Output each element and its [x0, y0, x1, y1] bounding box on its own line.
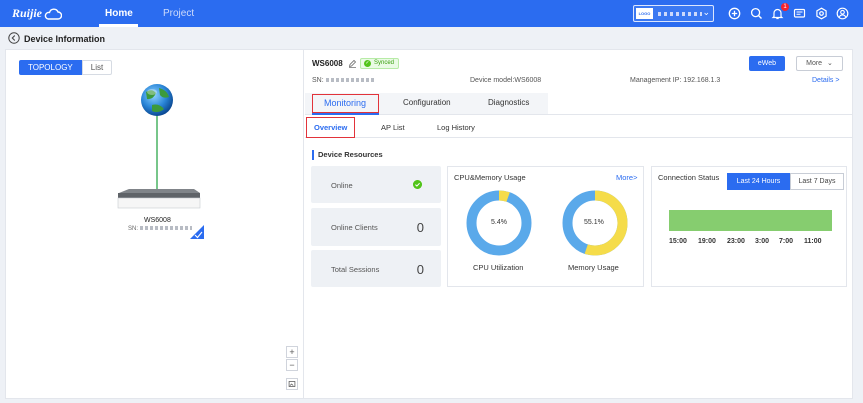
cpu-usage-value: 5.4%: [491, 219, 507, 226]
sn-blurred: [139, 226, 192, 231]
stat-online-clients: Online Clients 0: [311, 208, 441, 246]
cpu-memory-card: CPU&Memory Usage More> 5.4% 55.1% CPU Ut…: [447, 166, 644, 287]
connection-status-bar: [669, 210, 832, 231]
highlight-box-overview: [306, 117, 355, 138]
time-label: 23:00: [727, 238, 745, 245]
zoom-in-button[interactable]: +: [286, 346, 298, 358]
more-button-label: More: [806, 60, 823, 67]
stat-online-label: Online: [331, 181, 353, 190]
sync-status-text: Synced: [374, 60, 395, 66]
notification-badge: 1: [781, 3, 789, 11]
device-resources-heading: Device Resources: [312, 150, 383, 160]
internet-globe-icon[interactable]: [141, 84, 173, 116]
time-label: 19:00: [698, 238, 716, 245]
account-name-blurred: [658, 12, 702, 16]
sync-status-badge: ✓ Synced: [360, 58, 400, 69]
more-dropdown-button[interactable]: More ⌄: [796, 56, 843, 71]
check-circle-icon: ✓: [364, 60, 371, 67]
primary-tabs: Monitoring Configuration Diagnostics: [305, 93, 852, 115]
device-sn: SN:: [312, 77, 376, 84]
settings-gear-icon[interactable]: [815, 7, 828, 20]
zoom-out-button[interactable]: −: [286, 359, 298, 371]
stat-online-clients-value: 0: [416, 220, 424, 235]
cloud-icon: [44, 8, 63, 20]
connection-status-card: Connection Status Last 24 Hours Last 7 D…: [651, 166, 847, 287]
stat-online: Online: [311, 166, 441, 203]
online-check-icon: [413, 180, 422, 189]
top-navigation-bar: Ruijie Home Project LOGO ⌄ 1: [0, 0, 863, 27]
stat-online-clients-label: Online Clients: [331, 223, 378, 232]
time-label: 15:00: [669, 238, 687, 245]
stat-total-sessions-label: Total Sessions: [331, 265, 380, 274]
edit-pencil-icon[interactable]: [348, 59, 357, 68]
topology-sn-label: SN:: [128, 226, 139, 232]
topology-diagram: [117, 84, 204, 239]
memory-usage-label: Memory Usage: [568, 263, 619, 272]
memory-usage-value: 55.1%: [584, 219, 604, 226]
account-logo: LOGO: [636, 8, 653, 19]
cpu-utilization-label: CPU Utilization: [473, 263, 524, 272]
page-header: Device Information: [0, 27, 863, 49]
logo-text: Ruijie: [12, 6, 43, 20]
time-label: 7:00: [779, 238, 794, 245]
add-circle-icon[interactable]: [728, 7, 741, 20]
nav-project[interactable]: Project: [163, 8, 194, 19]
account-selector[interactable]: LOGO ⌄: [633, 5, 714, 22]
topology-device-name[interactable]: WS6008: [144, 217, 171, 224]
ruijie-logo[interactable]: Ruijie: [12, 6, 63, 21]
message-icon[interactable]: [793, 7, 806, 20]
nav-home[interactable]: Home: [105, 8, 133, 19]
time-label: 11:00: [804, 238, 822, 245]
search-icon[interactable]: [750, 7, 763, 20]
tab-diagnostics[interactable]: Diagnostics: [488, 98, 529, 107]
time-label: 3:00: [755, 238, 770, 245]
chevron-down-icon: ⌄: [702, 7, 710, 17]
stat-total-sessions: Total Sessions 0: [311, 250, 441, 287]
subtab-ap-list[interactable]: AP List: [381, 123, 405, 132]
topology-pane: TOPOLOGY List WS6008 SN: + −: [6, 50, 304, 398]
device-title: WS6008: [312, 59, 343, 68]
subtab-log-history[interactable]: Log History: [437, 123, 475, 132]
chevron-down-icon: ⌄: [827, 60, 833, 67]
management-ip: Management IP: 192.168.1.3: [630, 77, 721, 84]
tab-active-underline: [312, 113, 379, 115]
device-info-panel: TOPOLOGY List WS6008 SN: + − WS6008 ✓ Sy…: [5, 49, 853, 399]
device-detail-pane: WS6008 ✓ Synced eWeb More ⌄ SN: Device m…: [305, 50, 852, 398]
topology-device-sn: SN:: [128, 226, 192, 232]
tab-configuration[interactable]: Configuration: [403, 98, 451, 107]
device-selected-check-icon: [190, 225, 204, 239]
device-model: Device model:WS6008: [470, 77, 542, 84]
stat-total-sessions-value: 0: [416, 262, 424, 277]
switch-device-icon[interactable]: [117, 189, 201, 209]
export-image-icon[interactable]: [286, 378, 298, 390]
user-avatar-icon[interactable]: [836, 7, 849, 20]
sn-label: SN:: [312, 77, 324, 84]
secondary-tabs: Overview AP List Log History: [305, 116, 852, 138]
eweb-button[interactable]: eWeb: [749, 56, 785, 71]
last-7-days-button[interactable]: Last 7 Days: [790, 173, 844, 190]
highlight-box-monitoring: [312, 94, 379, 113]
last-24-hours-button[interactable]: Last 24 Hours: [727, 173, 790, 190]
back-arrow-icon[interactable]: [8, 32, 20, 44]
details-link[interactable]: Details >: [812, 77, 839, 84]
sn-blurred: [325, 78, 376, 83]
connection-status-title: Connection Status: [658, 173, 720, 182]
page-title: Device Information: [24, 34, 106, 44]
